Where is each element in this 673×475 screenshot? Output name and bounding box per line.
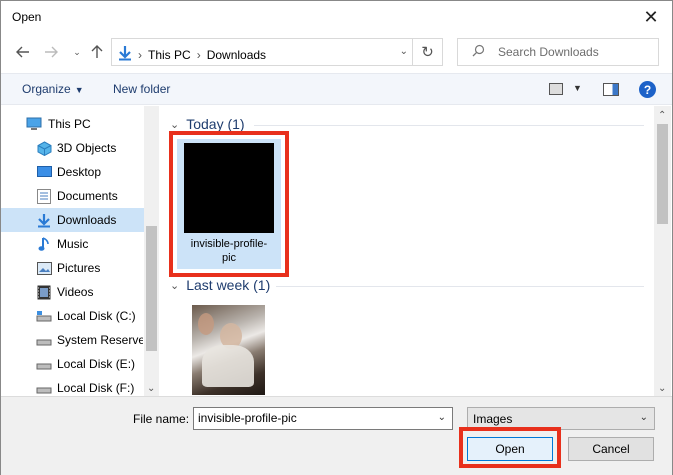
preview-pane-icon[interactable] [603,83,619,96]
sidebar-item-label: Documents [57,189,118,203]
forward-arrow-icon[interactable] [41,42,61,62]
file-name-label: invisible-profile- pic [177,237,281,265]
thumbnail-detail [202,345,254,387]
organize-label: Organize [22,82,71,96]
address-dropdown-icon[interactable]: ⌄ [400,46,408,57]
sidebar-item-videos[interactable]: Videos [1,280,144,304]
sidebar-item-label: Desktop [57,165,102,179]
sidebar-item-system-reserved[interactable]: System Reserved [1,328,144,352]
sidebar-item-desktop[interactable]: Desktop [1,160,144,184]
file-name-field[interactable] [198,411,423,425]
sidebar-item-label: Local Disk (F:) [57,381,135,395]
search-input[interactable] [498,45,648,59]
new-folder-button[interactable]: New folder [113,82,170,96]
group-header-last-week[interactable]: ⌄ Last week (1) [170,277,270,293]
sidebar-item-3d-objects[interactable]: 3D Objects [1,136,144,160]
file-name-line: invisible-profile- [190,238,268,250]
sidebar-item-label: System Reserved [57,333,143,347]
download-location-icon [118,45,132,64]
document-icon [36,188,52,204]
group-header-label: Today (1) [186,116,245,132]
sidebar-item-downloads[interactable]: Downloads [1,208,144,232]
search-box[interactable] [457,38,659,66]
video-icon [36,284,52,300]
title-bar: Open ✕ [1,1,672,33]
help-icon[interactable]: ? [639,81,656,98]
file-name-line: pic [221,252,237,264]
file-thumbnail [184,143,274,233]
sidebar-item-this-pc[interactable]: This PC [1,112,144,136]
organize-button[interactable]: Organize ▼ [22,82,84,96]
sidebar-item-label: Videos [57,285,94,299]
collapse-chevron-icon[interactable]: ⌄ [170,118,179,131]
address-bar[interactable]: › This PC › Downloads ⌄ ↻ [111,38,443,66]
pictures-icon [36,260,52,276]
file-tile-invisible-profile-pic[interactable]: invisible-profile- pic [177,139,281,269]
navigation-bar: ⌄ › This PC › Downloads ⌄ ↻ [1,34,672,70]
close-icon[interactable]: ✕ [640,6,662,28]
download-icon [36,212,52,228]
sidebar-item-local-disk-c[interactable]: Local Disk (C:) [1,304,144,328]
file-tile-photo[interactable] [177,302,281,396]
computer-icon [26,116,42,132]
refresh-icon[interactable]: ↻ [412,39,442,65]
chevron-down-icon[interactable]: ⌄ [640,412,648,423]
breadcrumb-this-pc[interactable]: This PC [148,48,191,62]
back-arrow-icon[interactable] [13,42,33,62]
sidebar-item-label: Music [57,237,89,251]
command-toolbar: Organize ▼ New folder ▼ ? [1,73,672,105]
file-type-value: Images [473,412,513,426]
navigation-pane: This PC 3D Objects Desktop Documents Dow… [1,106,159,396]
open-file-dialog: Open ✕ ⌄ › This PC › Downloads ⌄ ↻ Searc… [0,0,673,475]
sidebar-item-label: This PC [48,117,91,131]
sidebar-item-documents[interactable]: Documents [1,184,144,208]
file-list-pane: ⌄ Today (1) invisible-profile- pic ⌄ Las… [164,106,654,396]
view-options-caret-icon[interactable]: ▼ [573,83,582,93]
cancel-button[interactable]: Cancel [568,437,654,461]
cube-icon [36,140,52,156]
up-arrow-icon[interactable] [87,42,107,62]
sidebar-item-local-disk-e[interactable]: Local Disk (E:) [1,352,144,376]
caret-down-icon: ▼ [74,85,84,95]
file-name-label: File name: [133,412,190,426]
sidebar-item-label: 3D Objects [57,141,117,155]
recent-locations-chevron-icon[interactable]: ⌄ [67,42,87,62]
window-title: Open [12,10,42,24]
sidebar-item-label: Local Disk (E:) [57,357,136,371]
drive-icon [36,356,52,372]
search-icon [472,44,485,60]
change-view-icon[interactable] [549,83,563,95]
scroll-down-icon[interactable]: ⌄ [658,383,666,394]
dialog-footer: File name: ⌄ Images ⌄ Open Cancel [1,396,672,475]
sidebar-item-label: Downloads [57,213,117,227]
sidebar-item-label: Pictures [57,261,101,275]
breadcrumb-separator-icon: › [196,47,201,62]
group-divider [254,125,644,126]
file-name-combobox[interactable]: ⌄ [193,407,453,430]
file-pane-scrollbar[interactable]: ⌃ ⌄ [654,106,671,396]
scrollbar-thumb[interactable] [657,124,668,224]
music-icon [36,236,52,252]
desktop-icon [36,164,52,180]
sidebar-item-pictures[interactable]: Pictures [1,256,144,280]
image-thumbnail [192,305,265,395]
drive-icon [36,332,52,348]
thumbnail-detail [198,313,214,335]
breadcrumb-downloads[interactable]: Downloads [207,48,266,62]
sidebar-item-label: Local Disk (C:) [57,309,136,323]
scrollbar-thumb[interactable] [146,226,157,351]
navigation-pane-scrollbar[interactable]: ⌄ [144,106,159,396]
group-header-label: Last week (1) [186,277,271,293]
drive-icon [36,380,52,396]
scroll-up-icon[interactable]: ⌃ [658,110,666,121]
drive-icon [36,308,52,324]
group-header-today[interactable]: ⌄ Today (1) [170,116,245,132]
highlight-annotation-box [459,427,561,468]
chevron-down-icon[interactable]: ⌄ [438,412,446,423]
collapse-chevron-icon[interactable]: ⌄ [170,279,179,292]
breadcrumb-separator-icon: › [138,47,142,62]
sidebar-item-music[interactable]: Music [1,232,144,256]
group-divider [276,286,644,287]
scroll-down-icon[interactable]: ⌄ [147,383,155,394]
